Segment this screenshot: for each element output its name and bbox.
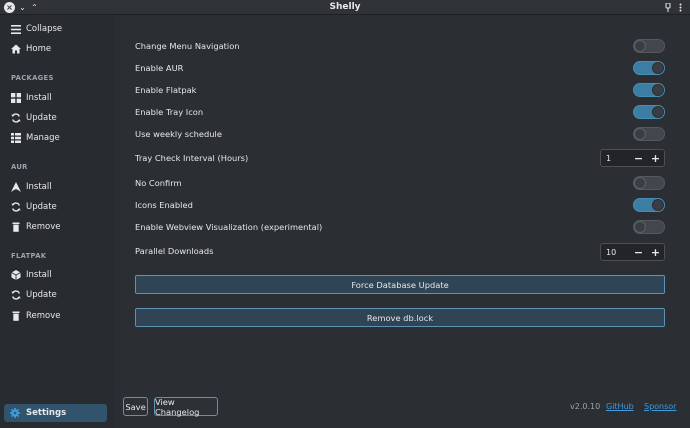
sidebar-section-packages: PACKAGES <box>11 74 54 82</box>
force-database-update-button[interactable]: Force Database Update <box>135 275 665 294</box>
toggle-knob <box>652 84 664 96</box>
enable-aur-toggle[interactable] <box>633 61 665 75</box>
sidebar-item-label: Update <box>26 113 57 123</box>
hamburger-icon <box>11 24 21 34</box>
enable-flatpak-toggle[interactable] <box>633 83 665 97</box>
sidebar-item-flatpak-install[interactable]: Install <box>0 266 115 284</box>
plus-icon[interactable]: + <box>647 150 664 166</box>
sidebar-item-settings[interactable]: Settings <box>4 404 107 422</box>
sidebar-item-packages-install[interactable]: Install <box>0 89 115 107</box>
remove-db-lock-button[interactable]: Remove db.lock <box>135 308 665 327</box>
sidebar-item-packages-manage[interactable]: Manage <box>0 129 115 147</box>
sidebar-item-label: Install <box>26 93 52 103</box>
sidebar-item-label: Remove <box>26 222 61 232</box>
refresh-icon <box>11 202 21 212</box>
no-confirm-toggle[interactable] <box>633 176 665 190</box>
sidebar-item-label: Home <box>26 44 52 54</box>
sidebar-item-label: Update <box>26 290 57 300</box>
sidebar-item-label: Remove <box>26 311 61 321</box>
enable-tray-icon-toggle[interactable] <box>633 105 665 119</box>
trash-icon <box>11 222 21 232</box>
sidebar-item-label: Install <box>26 270 52 280</box>
grid-icon <box>11 93 21 103</box>
use-weekly-schedule-toggle[interactable] <box>633 127 665 141</box>
sidebar-item-home[interactable]: Home <box>0 40 115 58</box>
github-link[interactable]: GitHub <box>606 402 634 411</box>
webview-visualization-toggle[interactable] <box>633 220 665 234</box>
enable-flatpak-label: Enable Flatpak <box>135 85 197 95</box>
use-weekly-schedule-label: Use weekly schedule <box>135 129 222 139</box>
arch-logo-icon <box>11 182 21 192</box>
sidebar-item-label: Settings <box>26 408 67 418</box>
trash-icon <box>11 311 21 321</box>
icons-enabled-toggle[interactable] <box>633 198 665 212</box>
home-icon <box>11 44 21 54</box>
sidebar-item-label: Update <box>26 202 57 212</box>
parallel-downloads-label: Parallel Downloads <box>135 246 214 256</box>
sidebar-item-label: Manage <box>26 133 60 143</box>
sidebar-item-aur-update[interactable]: Update <box>0 198 115 216</box>
webview-visualization-label: Enable Webview Visualization (experiment… <box>135 222 323 232</box>
sidebar: Collapse Home PACKAGES Install Update Ma… <box>0 15 115 428</box>
plus-icon[interactable]: + <box>647 244 664 260</box>
sidebar-item-packages-update[interactable]: Update <box>0 109 115 127</box>
sidebar-item-flatpak-remove[interactable]: Remove <box>0 307 115 325</box>
gear-icon <box>10 408 20 418</box>
sidebar-item-flatpak-update[interactable]: Update <box>0 286 115 304</box>
toggle-knob <box>634 128 646 140</box>
sidebar-item-collapse[interactable]: Collapse <box>0 20 115 38</box>
parallel-downloads-stepper[interactable]: 10 − + <box>600 243 665 261</box>
view-changelog-button[interactable]: View Changelog <box>154 397 218 417</box>
sidebar-item-label: Collapse <box>26 24 63 34</box>
toggle-knob <box>652 106 664 118</box>
package-icon <box>11 270 21 280</box>
minus-icon[interactable]: − <box>630 244 647 260</box>
menu-icon[interactable] <box>675 2 686 13</box>
title-bar: × ⌄ ⌃ Shelly <box>0 0 690 15</box>
tray-check-interval-label: Tray Check Interval (Hours) <box>135 153 249 163</box>
change-menu-navigation-toggle[interactable] <box>633 39 665 53</box>
parallel-downloads-value[interactable]: 10 <box>601 248 630 257</box>
icons-enabled-label: Icons Enabled <box>135 200 193 210</box>
toggle-knob <box>634 40 646 52</box>
sidebar-section-aur: AUR <box>11 163 28 171</box>
refresh-icon <box>11 113 21 123</box>
version-label: v2.0.10 <box>570 402 601 411</box>
sponsor-link[interactable]: Sponsor <box>644 402 676 411</box>
sidebar-section-flatpak: FLATPAK <box>11 252 47 260</box>
tray-check-interval-stepper[interactable]: 1 − + <box>600 149 665 167</box>
save-button[interactable]: Save <box>123 397 148 416</box>
sidebar-item-label: Install <box>26 182 52 192</box>
no-confirm-label: No Confirm <box>135 178 182 188</box>
toggle-knob <box>652 199 664 211</box>
pin-icon[interactable] <box>662 2 673 13</box>
sidebar-item-aur-remove[interactable]: Remove <box>0 218 115 236</box>
toggle-knob <box>634 221 646 233</box>
change-menu-navigation-label: Change Menu Navigation <box>135 41 240 51</box>
sidebar-item-aur-install[interactable]: Install <box>0 178 115 196</box>
enable-aur-label: Enable AUR <box>135 63 184 73</box>
minus-icon[interactable]: − <box>630 150 647 166</box>
enable-tray-icon-label: Enable Tray Icon <box>135 107 204 117</box>
toggle-knob <box>634 177 646 189</box>
tray-check-interval-value[interactable]: 1 <box>601 154 630 163</box>
window-title: Shelly <box>329 2 361 12</box>
toggle-knob <box>652 62 664 74</box>
list-icon <box>11 133 21 143</box>
refresh-icon <box>11 290 21 300</box>
